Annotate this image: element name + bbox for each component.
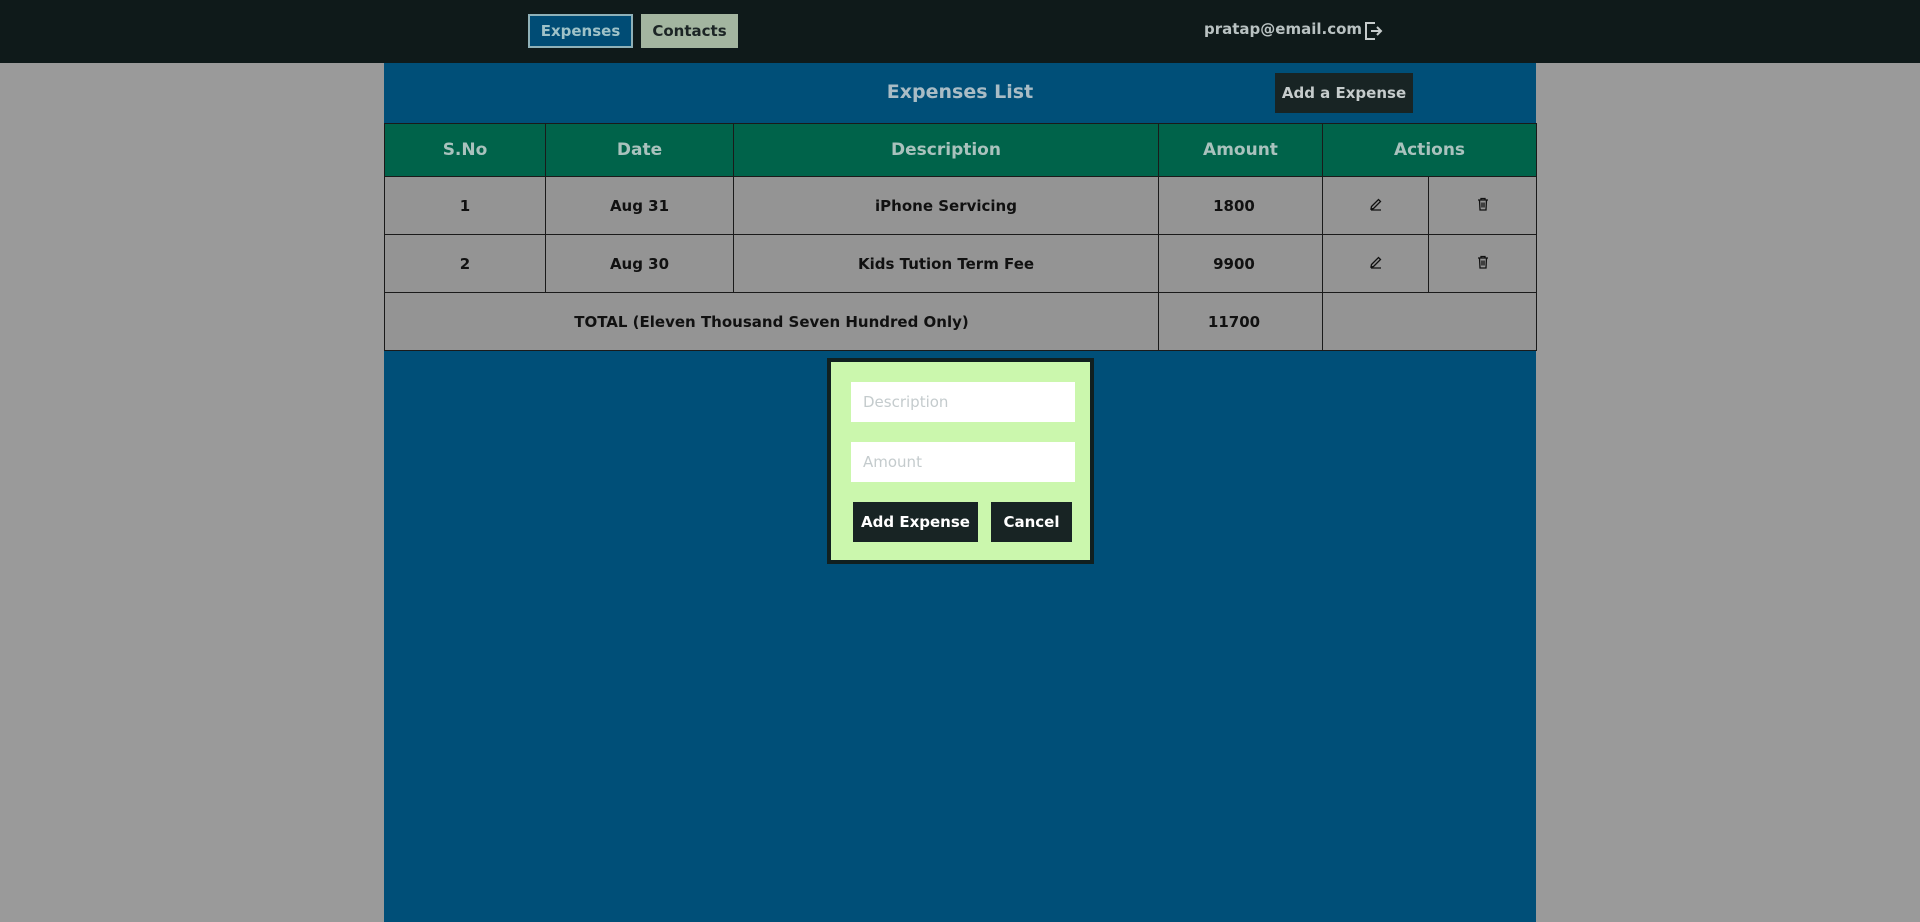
add-expense-button[interactable]: Add a Expense <box>1275 73 1413 113</box>
logout-icon[interactable] <box>1362 19 1384 43</box>
table-header-row: S.No Date Description Amount Actions <box>384 123 1537 177</box>
cancel-button[interactable]: Cancel <box>991 502 1072 542</box>
description-input[interactable] <box>851 382 1075 422</box>
column-header-description: Description <box>733 123 1159 177</box>
total-amount: 11700 <box>1158 292 1323 351</box>
user-email: pratap@email.com <box>1204 20 1363 38</box>
delete-icon[interactable] <box>1428 234 1537 293</box>
total-row: TOTAL (Eleven Thousand Seven Hundred Onl… <box>384 292 1537 351</box>
tab-expenses[interactable]: Expenses <box>528 14 633 48</box>
row-sno: 1 <box>384 176 546 235</box>
column-header-date: Date <box>545 123 734 177</box>
column-header-sno: S.No <box>384 123 546 177</box>
amount-input[interactable] <box>851 442 1075 482</box>
edit-icon[interactable] <box>1322 234 1429 293</box>
row-date: Aug 30 <box>545 234 734 293</box>
row-sno: 2 <box>384 234 546 293</box>
add-expense-modal: Add Expense Cancel <box>827 358 1094 564</box>
row-description: Kids Tution Term Fee <box>733 234 1159 293</box>
row-amount: 1800 <box>1158 176 1323 235</box>
table-row: 1 Aug 31 iPhone Servicing 1800 <box>384 176 1537 235</box>
submit-expense-button[interactable]: Add Expense <box>853 502 978 542</box>
edit-icon[interactable] <box>1322 176 1429 235</box>
column-header-amount: Amount <box>1158 123 1323 177</box>
delete-icon[interactable] <box>1428 176 1537 235</box>
table-row: 2 Aug 30 Kids Tution Term Fee 9900 <box>384 234 1537 293</box>
row-description: iPhone Servicing <box>733 176 1159 235</box>
row-amount: 9900 <box>1158 234 1323 293</box>
total-actions-empty <box>1322 292 1537 351</box>
column-header-actions: Actions <box>1322 123 1537 177</box>
tab-contacts[interactable]: Contacts <box>641 14 738 48</box>
top-navbar: Expenses Contacts pratap@email.com <box>0 0 1920 63</box>
row-date: Aug 31 <box>545 176 734 235</box>
expenses-table: S.No Date Description Amount Actions 1 A… <box>384 123 1537 351</box>
total-label: TOTAL (Eleven Thousand Seven Hundred Onl… <box>384 292 1159 351</box>
